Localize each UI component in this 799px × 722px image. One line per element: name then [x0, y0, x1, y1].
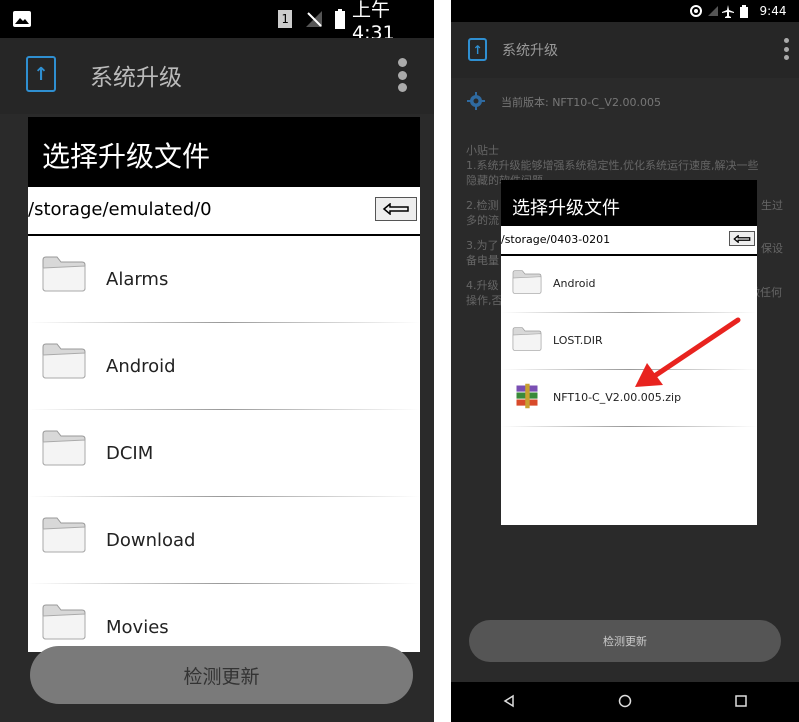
tips-heading: 小贴士 [466, 144, 499, 157]
back-arrow-icon[interactable] [375, 197, 417, 221]
navigation-bar [451, 682, 799, 722]
file-list-item[interactable]: Android [501, 256, 757, 313]
gallery-notification-icon [10, 0, 34, 38]
app-title: 系统升级 [502, 43, 558, 59]
clock: 上午4:31 [352, 0, 395, 44]
current-path: /storage/0403-0201 [501, 233, 611, 246]
folder-icon [511, 268, 543, 300]
no-signal-icon [706, 0, 719, 22]
path-bar: /storage/emulated/0 [28, 187, 420, 236]
file-name: LOST.DIR [553, 334, 603, 347]
dialog-title: 选择升级文件 [42, 140, 211, 173]
file-name: Android [106, 356, 176, 377]
left-phone-screen: 1 上午4:31 ↑ 系统升级 选择升级文件 /storage/emulated… [0, 0, 434, 722]
app-bar: ↑ 系统升级 [451, 22, 799, 78]
file-list: Android LOST.DIR NFT10-C_V2.00.005.zip [501, 256, 757, 525]
file-name: Movies [106, 617, 169, 638]
folder-icon [40, 602, 88, 646]
gear-icon [467, 92, 485, 110]
upgrade-app-icon: ↑ [26, 56, 56, 92]
overflow-menu-icon[interactable] [398, 58, 407, 92]
battery-icon [333, 0, 347, 38]
file-name: NFT10-C_V2.00.005.zip [553, 391, 682, 404]
no-signal-icon [303, 0, 325, 38]
right-phone-screen: 9:44 ↑ 系统升级 当前版本: NFT10-C_V2.00.005 小贴士 … [451, 0, 799, 722]
home-nav-icon[interactable] [618, 693, 632, 712]
file-list: Alarms Android DCIM Download Movies [28, 236, 420, 652]
file-name: DCIM [106, 443, 154, 464]
current-version: 当前版本: NFT10-C_V2.00.005 [501, 96, 661, 109]
clock: 9:44 [759, 4, 787, 18]
folder-icon [511, 325, 543, 357]
file-list-item[interactable]: Android [28, 323, 420, 410]
file-list-item[interactable]: Alarms [28, 236, 420, 323]
red-arrow-annotation [635, 317, 741, 387]
folder-icon [40, 428, 88, 472]
current-path: /storage/emulated/0 [28, 199, 212, 220]
battery-icon [739, 0, 749, 22]
path-bar: /storage/0403-0201 [501, 226, 757, 256]
row-divider [501, 426, 757, 427]
file-list-item[interactable]: Download [28, 497, 420, 584]
tips-fragment: 保设 [761, 242, 783, 255]
tips-line: 1.系统升级能够增强系统稳定性,优化系统运行速度,解决一些 [466, 159, 759, 172]
dialog-title: 选择升级文件 [512, 198, 620, 219]
folder-icon [40, 254, 88, 298]
file-picker-dialog: 选择升级文件 /storage/emulated/0 Alarms Android… [28, 117, 420, 652]
zip-archive-icon [511, 382, 543, 414]
dialog-title-bar: 选择升级文件 [501, 180, 757, 226]
status-bar: 1 上午4:31 [0, 0, 434, 44]
check-update-button[interactable]: 检测更新 [30, 646, 413, 704]
file-list-item[interactable]: Movies [28, 584, 420, 652]
sim-slot-label: 1 [278, 10, 292, 28]
tips-fragment: 生过 [761, 199, 783, 212]
file-list-item[interactable]: DCIM [28, 410, 420, 497]
app-title: 系统升级 [90, 65, 182, 91]
folder-icon [40, 341, 88, 385]
app-bar: ↑ 系统升级 [0, 38, 434, 114]
check-update-button[interactable]: 检测更新 [469, 620, 781, 662]
file-name: Alarms [106, 269, 169, 290]
airplane-mode-icon [721, 0, 735, 22]
back-arrow-icon[interactable] [729, 231, 755, 246]
dialog-title-bar: 选择升级文件 [28, 117, 420, 187]
target-icon [689, 0, 703, 22]
overflow-menu-icon[interactable] [784, 38, 789, 60]
status-bar: 9:44 [451, 0, 799, 22]
sim-slot-icon: 1 [275, 0, 295, 38]
upgrade-app-icon: ↑ [468, 38, 487, 61]
file-name: Android [553, 277, 596, 290]
file-name: Download [106, 530, 196, 551]
back-nav-icon[interactable] [502, 693, 516, 712]
recents-nav-icon[interactable] [734, 693, 748, 712]
folder-icon [40, 515, 88, 559]
